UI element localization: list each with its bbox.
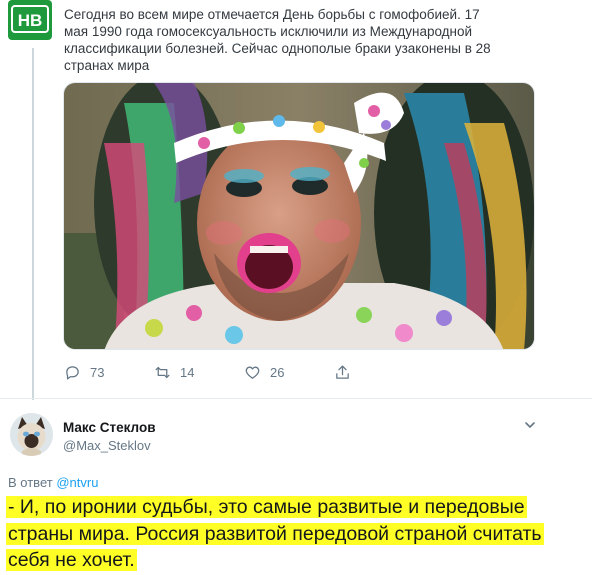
avatar[interactable] — [10, 413, 53, 456]
share-icon — [336, 365, 349, 379]
reply-button[interactable]: 73 — [64, 364, 104, 381]
like-button[interactable]: 26 — [244, 364, 284, 381]
share-button[interactable] — [334, 364, 360, 381]
person-with-rainbow-wig-photo — [64, 83, 534, 349]
reply-tweet-text: - И, по иронии судьбы, это самые развиты… — [6, 494, 586, 574]
retweet-button[interactable]: 14 — [154, 364, 194, 381]
highlighted-text: - И, по иронии судьбы, это самые развиты… — [6, 496, 544, 571]
tweet-photo[interactable] — [63, 82, 535, 350]
reply-context: В ответ @ntvru — [8, 475, 98, 490]
siamese-cat-avatar — [10, 413, 53, 456]
like-count: 26 — [270, 365, 285, 380]
news-tweet-text: Сегодня во всем мире отмечается День бор… — [64, 7, 491, 73]
tweet-divider — [0, 398, 592, 399]
retweet-count: 14 — [180, 365, 195, 380]
chevron-down-icon — [525, 422, 535, 428]
reply-count: 73 — [90, 365, 105, 380]
reply-handle-link[interactable]: @ntvru — [56, 475, 98, 490]
ntv-logo-text: НВ — [18, 11, 43, 30]
reply-icon — [66, 366, 79, 380]
author-handle[interactable]: @Max_Steklov — [63, 438, 151, 453]
author-name[interactable]: Макс Стеклов — [63, 420, 156, 435]
reply-prefix: В ответ — [8, 475, 53, 490]
heart-icon — [245, 366, 260, 379]
thread-line — [32, 48, 34, 400]
tweet-actions: 73 14 26 — [64, 364, 484, 386]
more-options-button[interactable] — [523, 418, 537, 432]
ntv-logo-icon: НВ — [8, 0, 52, 40]
ntv-avatar[interactable]: НВ — [8, 0, 52, 40]
retweet-icon — [155, 366, 170, 379]
